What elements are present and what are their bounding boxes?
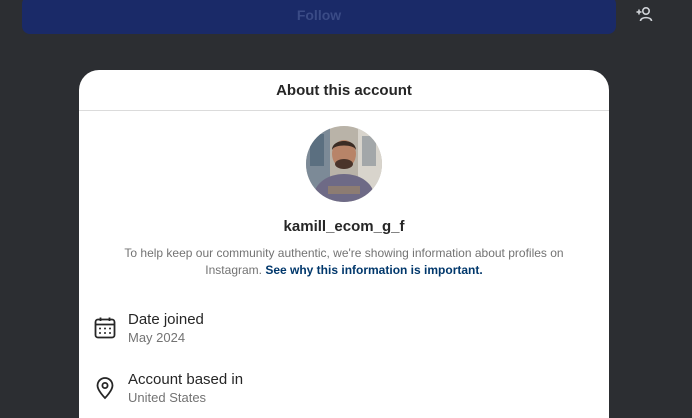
calendar-icon bbox=[94, 317, 116, 339]
account-location-row: Account based in United States bbox=[93, 370, 243, 407]
about-account-dialog: About this account kamill_ecom_g_f To he… bbox=[79, 70, 609, 418]
profile-avatar bbox=[306, 126, 382, 202]
date-joined-row: Date joined May 2024 bbox=[93, 310, 204, 347]
date-joined-value: May 2024 bbox=[128, 330, 186, 345]
authenticity-notice: To help keep our community authentic, we… bbox=[119, 245, 569, 279]
follow-button[interactable]: Follow bbox=[22, 0, 616, 34]
account-username: kamill_ecom_g_f bbox=[283, 218, 405, 235]
dialog-title: About this account bbox=[276, 81, 412, 99]
location-pin-icon bbox=[96, 377, 114, 400]
notice-link[interactable]: See why this information is important. bbox=[265, 263, 482, 277]
account-location-label: Account based in bbox=[128, 371, 244, 388]
follow-button-label: Follow bbox=[296, 7, 342, 23]
add-person-icon[interactable] bbox=[636, 6, 654, 22]
dialog-header: About this account bbox=[79, 70, 609, 111]
date-joined-label: Date joined bbox=[128, 311, 204, 328]
account-location-value: United States bbox=[128, 390, 207, 405]
page: Follow About this account kamill_ecom_g_… bbox=[0, 0, 692, 418]
